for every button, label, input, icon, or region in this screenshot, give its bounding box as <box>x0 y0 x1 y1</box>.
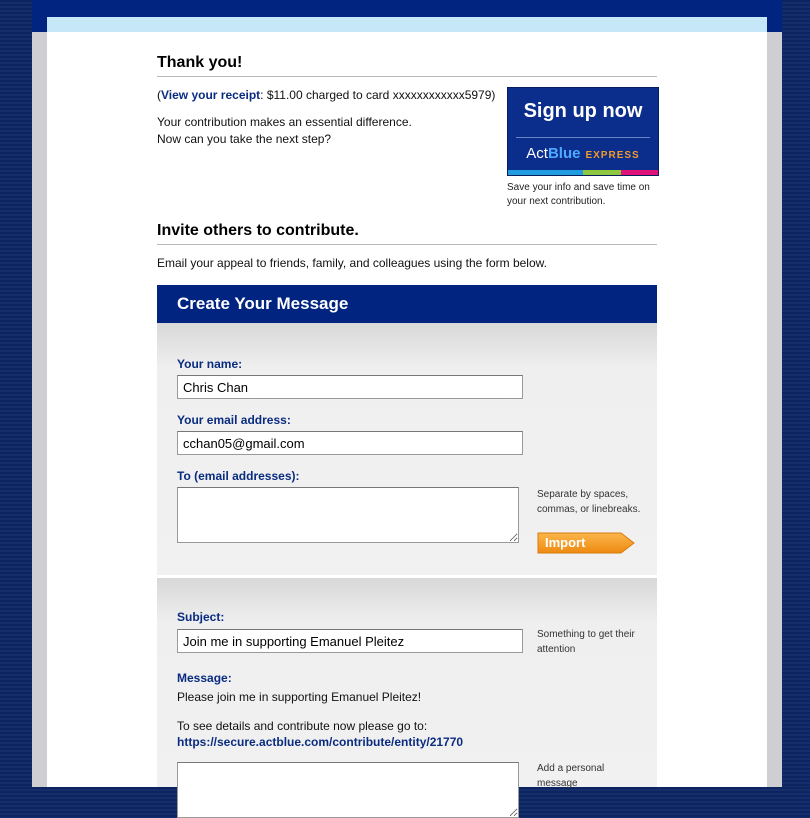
subject-hint: Something to get their attention <box>537 629 635 655</box>
page-body: Thank you! (View your receipt: $11.00 ch… <box>47 32 767 818</box>
contribute-link[interactable]: https://secure.actblue.com/contribute/en… <box>177 735 463 749</box>
to-label: To (email addresses): <box>177 469 300 483</box>
signup-headline: Sign up now <box>523 100 643 122</box>
message-line-1: Please join me in supporting Emanuel Ple… <box>177 690 422 704</box>
color-bar-2 <box>545 170 583 175</box>
color-bar-3 <box>583 170 621 175</box>
thank-you-title: Thank you! <box>157 54 657 77</box>
thank-you-heading: Thank you! <box>157 54 657 77</box>
name-label: Your name: <box>177 357 243 371</box>
invite-heading: Invite others to contribute. <box>157 222 657 245</box>
receipt-line: (View your receipt: $11.00 charged to ca… <box>157 87 495 104</box>
page-frame: Thank you! (View your receipt: $11.00 ch… <box>32 0 782 818</box>
subject-label: Subject: <box>177 610 225 624</box>
message-panel: Subject: Something to get their attentio… <box>157 578 657 818</box>
email-input[interactable] <box>177 431 523 455</box>
import-button[interactable]: Import <box>537 531 635 555</box>
view-receipt-link[interactable]: View your receipt <box>161 88 260 102</box>
signup-divider <box>516 137 650 138</box>
message-line-2: To see details and contribute now please… <box>177 719 428 733</box>
subject-input[interactable] <box>177 629 523 653</box>
email-label: Your email address: <box>177 413 291 427</box>
signup-color-bars <box>508 170 658 175</box>
brand-blue: Blue <box>547 145 581 162</box>
brand-express: EXPRESS <box>585 150 640 161</box>
actblue-express-logo: ActBlue EXPRESS <box>508 145 658 162</box>
to-hint: Separate by spaces, commas, or linebreak… <box>537 489 641 515</box>
color-bar-4 <box>620 170 658 175</box>
receipt-details: : $11.00 charged to card xxxxxxxxxxxx597… <box>260 88 496 102</box>
invite-title: Invite others to contribute. <box>157 222 657 245</box>
contribution-line-1: Your contribution makes an essential dif… <box>157 115 412 129</box>
message-label: Message: <box>177 671 232 685</box>
contribution-line-2: Now can you take the next step? <box>157 132 332 146</box>
header-strip <box>47 17 767 32</box>
color-bar-1 <box>508 170 546 175</box>
import-label: Import <box>545 535 586 550</box>
form-header: Create Your Message <box>157 285 657 323</box>
signup-caption: Save your info and save time on your nex… <box>507 182 650 207</box>
invite-description: Email your appeal to friends, family, an… <box>157 256 547 270</box>
brand-act: Act <box>526 145 548 162</box>
contribution-message: Your contribution makes an essential dif… <box>157 114 412 148</box>
sender-panel: Your name: Your email address: To (email… <box>157 323 657 575</box>
actblue-express-signup-button[interactable]: Sign up now ActBlue EXPRESS <box>507 87 659 176</box>
personal-message-textarea[interactable] <box>177 762 519 818</box>
name-input[interactable] <box>177 375 523 399</box>
to-addresses-textarea[interactable] <box>177 487 519 543</box>
